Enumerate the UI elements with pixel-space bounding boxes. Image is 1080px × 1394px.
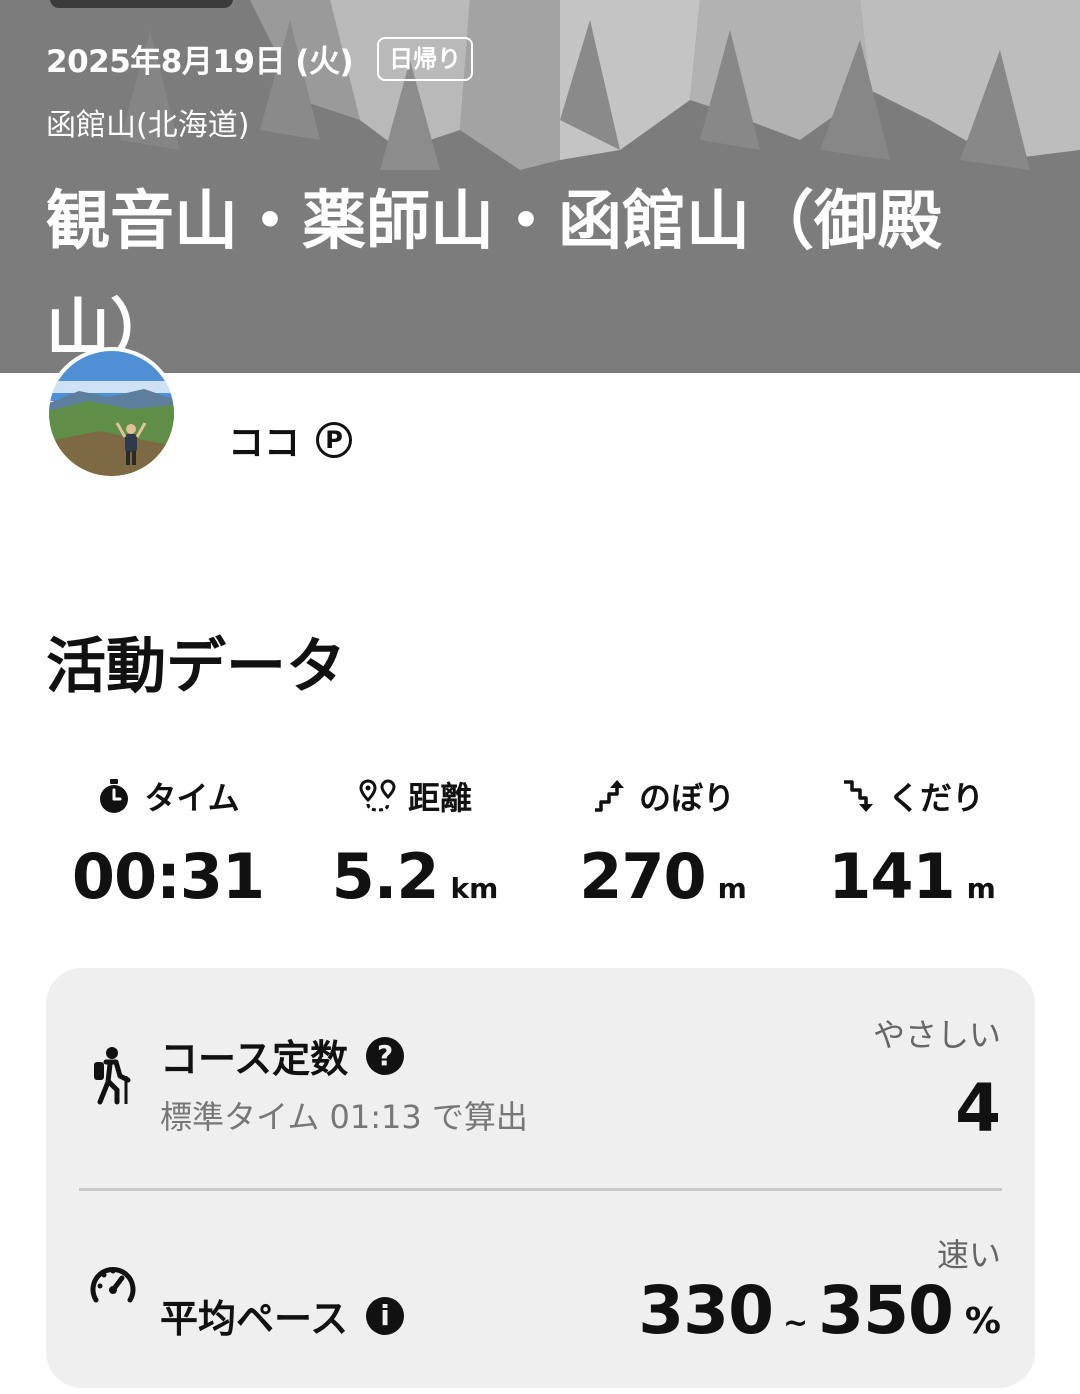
stat-descent: くだり 141 m (787, 770, 1037, 913)
ascent-icon (594, 780, 624, 812)
speedometer-icon (90, 1267, 136, 1303)
stat-label: タイム (144, 779, 240, 817)
stat-value: 00:31 (71, 840, 265, 913)
premium-icon: P (316, 422, 353, 458)
pace-range: 330 ~ 350 % (638, 1272, 1001, 1349)
descent-icon (843, 780, 873, 812)
pace-separator: ~ (783, 1306, 809, 1341)
stat-label: 距離 (407, 779, 472, 817)
stat-value: 270 (579, 840, 706, 913)
hiker-icon (94, 1047, 131, 1105)
user-name-row[interactable]: ココ P (228, 414, 353, 466)
stopwatch-icon (100, 779, 129, 813)
activity-header: 2025年8月19日 (火) 日帰り 函館山(北海道) 観音山・薬師山・函館山（… (0, 0, 1080, 373)
pace-rating: 速い (936, 1236, 1001, 1274)
course-constant-row[interactable]: コース定数 ? 標準タイム 01:13 で算出 やさしい 4 (46, 968, 1035, 1190)
activity-title: 観音山・薬師山・函館山（御殿山） (46, 185, 942, 367)
stat-value: 5.2 (331, 840, 440, 913)
stat-label: のぼり (638, 779, 735, 817)
stat-ascent: のぼり 270 m (538, 770, 788, 913)
course-constant-title-row: コース定数 ? (160, 1028, 405, 1083)
average-pace-title: 平均ペース (160, 1297, 349, 1341)
stat-unit: km (450, 872, 499, 905)
course-constant-value: 4 (955, 1070, 1001, 1147)
stat-unit: m (966, 872, 996, 905)
trip-type-badge: 日帰り (377, 36, 474, 81)
course-constant-title: コース定数 (160, 1037, 349, 1081)
activity-stats: タイム 00:31 距離 5.2 km のぼり 270 m くだり 141 m (0, 770, 1080, 920)
route-pin-icon (359, 779, 396, 812)
help-icon[interactable]: ? (366, 1036, 405, 1075)
difficulty-rating: やさしい (872, 1016, 1001, 1054)
profile-photo-icon (49, 351, 174, 476)
section-title: 活動データ (46, 632, 346, 702)
stat-distance: 距離 5.2 km (290, 770, 540, 913)
date-row: 2025年8月19日 (火) 日帰り (46, 36, 474, 81)
standard-time-note: 標準タイム 01:13 で算出 (160, 1098, 528, 1136)
pace-min: 330 (638, 1272, 774, 1349)
info-icon[interactable]: i (366, 1296, 405, 1335)
stat-unit: m (717, 872, 747, 905)
average-pace-title-row: 平均ペース i (160, 1288, 405, 1343)
average-pace-row[interactable]: 平均ペース i 速い 330 ~ 350 % (46, 1190, 1035, 1388)
grab-handle[interactable] (50, 0, 233, 8)
course-summary-card: コース定数 ? 標準タイム 01:13 で算出 やさしい 4 平均ペース i 速… (46, 968, 1035, 1388)
user-name: ココ (228, 423, 301, 464)
activity-date: 2025年8月19日 (火) (46, 44, 354, 80)
pace-unit: % (964, 1301, 1001, 1342)
mountain-area[interactable]: 函館山(北海道) (46, 100, 249, 144)
pace-max: 350 (818, 1272, 954, 1349)
stat-label: くだり (887, 779, 984, 817)
stat-value: 141 (828, 840, 955, 913)
stat-time: タイム 00:31 (43, 770, 293, 913)
avatar[interactable] (45, 347, 178, 480)
